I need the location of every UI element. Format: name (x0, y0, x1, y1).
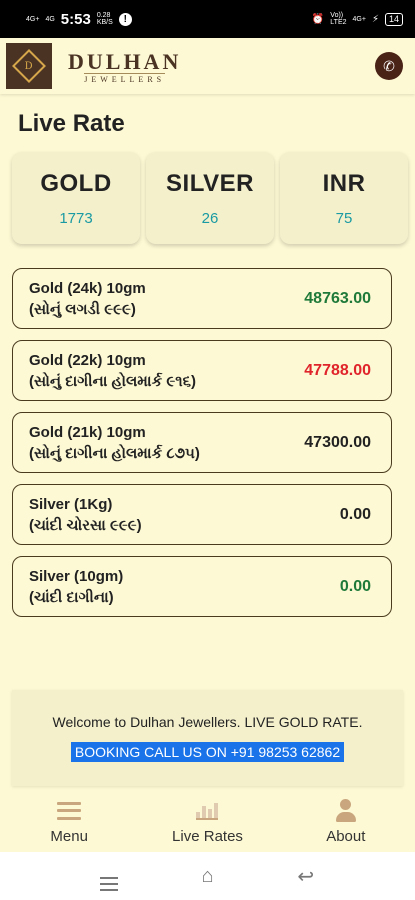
battery-icon: 14 (384, 12, 403, 26)
brand-subtitle: JEWELLERS (84, 72, 166, 84)
rate-value: 47788.00 (304, 361, 371, 379)
rate-sublabel: (સોનું દાગીના હોલમાર્ક ૮૭૫) (29, 444, 200, 462)
rate-row: Silver (1Kg) (ચાંદી ચોરસા ૯૯૯) 0.00 (12, 484, 392, 545)
card-silver: SILVER 26 (146, 152, 274, 244)
network-indicator-right: 4G (45, 15, 55, 23)
recents-button[interactable] (89, 862, 129, 891)
rate-sublabel: (સોનું લગડી ૯૯૯) (29, 300, 136, 318)
status-time: 5:53 (60, 10, 91, 28)
notification-icon: ! (118, 12, 132, 26)
rate-row: Gold (21k) 10gm (સોનું દાગીના હોલમાર્ક ૮… (12, 412, 392, 473)
card-name: GOLD (40, 169, 112, 197)
welcome-text: Welcome to Dulhan Jewellers. LIVE GOLD R… (52, 714, 363, 730)
back-icon: ↩ (297, 865, 315, 888)
status-bar: 4G+ 4G 5:53 0.28 KB/S ! ⏰ Vo)) LTE2 4G+ … (0, 0, 415, 38)
home-icon: ⌂ (201, 864, 214, 887)
app-header: D DULHAN JEWELLERS ✆ (0, 38, 415, 94)
logo-text: DULHAN JEWELLERS (68, 49, 181, 84)
nav-live-rates[interactable]: Live Rates (147, 798, 267, 845)
rate-list: Gold (24k) 10gm (સોનું લગડી ૯૯૯) 48763.0… (12, 268, 392, 628)
signal-indicator: 4G+ (352, 15, 366, 23)
card-name: INR (322, 169, 366, 197)
bottom-nav: Menu Live Rates About (0, 790, 415, 852)
rate-label: Silver (1Kg) (29, 495, 113, 513)
recents-icon (100, 876, 119, 891)
nav-about[interactable]: About (286, 798, 406, 845)
rate-sublabel: (ચાંદી દાગીના) (29, 588, 114, 606)
rate-sublabel: (ચાંદી ચોરસા ૯૯૯) (29, 516, 142, 534)
charging-icon: ⚡ (371, 13, 379, 25)
alarm-icon: ⏰ (311, 13, 325, 25)
volte-indicator: Vo)) LTE2 (330, 12, 347, 26)
person-icon (335, 798, 356, 824)
card-value: 26 (201, 209, 219, 227)
info-banner: Welcome to Dulhan Jewellers. LIVE GOLD R… (12, 690, 403, 786)
net-speed: 0.28 KB/S (96, 12, 113, 26)
rate-row: Gold (22k) 10gm (સોનું દાગીના હોલમાર્ક ૯… (12, 340, 392, 401)
whatsapp-icon[interactable]: ✆ (375, 52, 403, 80)
rate-value: 47300.00 (304, 433, 371, 451)
card-value: 75 (335, 209, 353, 227)
brand-name: DULHAN (68, 48, 182, 74)
system-nav-bar: ⌂ ↩ (0, 852, 415, 900)
card-value: 1773 (59, 209, 93, 227)
rate-row: Silver (10gm) (ચાંદી દાગીના) 0.00 (12, 556, 392, 617)
booking-phone-link[interactable]: BOOKING CALL US ON +91 98253 62862 (70, 742, 345, 762)
rate-row: Gold (24k) 10gm (સોનું લગડી ૯૯૯) 48763.0… (12, 268, 392, 329)
rate-value: 0.00 (339, 505, 371, 523)
nav-menu[interactable]: Menu (9, 798, 129, 845)
rate-value: 0.00 (339, 577, 371, 595)
rate-sublabel: (સોનું દાગીના હોલમાર્ક ૯૧૬) (29, 372, 196, 390)
card-inr: INR 75 (280, 152, 408, 244)
rate-value: 48763.00 (304, 289, 371, 307)
home-button[interactable]: ⌂ (187, 865, 227, 888)
rate-cards: GOLD 1773 SILVER 26 INR 75 (12, 152, 415, 246)
menu-icon (57, 798, 82, 824)
rate-label: Gold (24k) 10gm (29, 279, 146, 297)
network-indicator-left: 4G+ (26, 15, 40, 23)
rate-label: Gold (22k) 10gm (29, 351, 146, 369)
card-gold: GOLD 1773 (12, 152, 140, 244)
rate-label: Gold (21k) 10gm (29, 423, 146, 441)
back-button[interactable]: ↩ (286, 864, 326, 889)
card-name: SILVER (166, 169, 254, 197)
chart-icon (196, 798, 219, 824)
nav-label: Menu (50, 827, 88, 845)
rate-label: Silver (10gm) (29, 567, 124, 585)
logo-icon: D (6, 43, 52, 89)
nav-label: About (326, 827, 366, 845)
page-title: Live Rate (18, 110, 125, 137)
nav-label: Live Rates (172, 827, 243, 845)
